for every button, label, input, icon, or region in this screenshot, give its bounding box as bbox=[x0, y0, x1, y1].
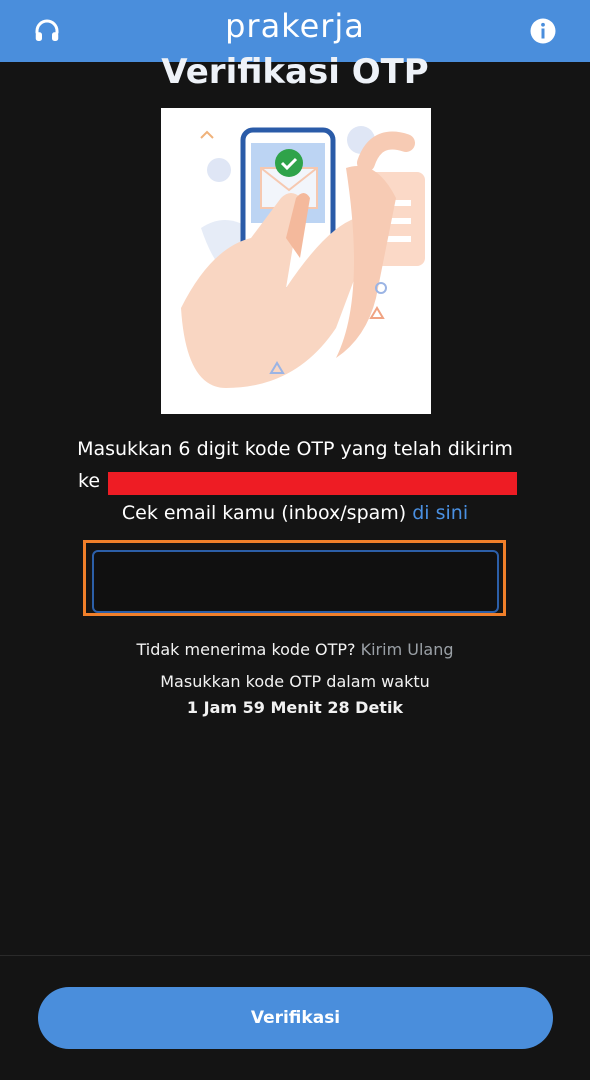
page-title: Verifikasi OTP bbox=[161, 52, 429, 92]
resend-line: Tidak menerima kode OTP? Kirim Ulang bbox=[0, 640, 590, 659]
phone-email-check-illustration bbox=[161, 108, 431, 414]
resend-question: Tidak menerima kode OTP? bbox=[136, 640, 356, 659]
timer-label: Masukkan kode OTP dalam waktu bbox=[160, 672, 430, 691]
recipient-prefix: ke bbox=[78, 470, 101, 492]
resend-link[interactable]: Kirim Ulang bbox=[361, 640, 454, 659]
verify-button[interactable]: Verifikasi bbox=[38, 987, 553, 1049]
timer-value: 1 Jam 59 Menit 28 Detik bbox=[186, 698, 404, 717]
footer-divider bbox=[0, 955, 590, 956]
otp-input[interactable] bbox=[92, 550, 499, 613]
info-icon[interactable] bbox=[528, 16, 558, 46]
check-email-text: Cek email kamu (inbox/spam) bbox=[121, 502, 407, 524]
check-email-link[interactable]: di sini bbox=[412, 502, 468, 524]
brand-logo: prakerja bbox=[225, 7, 365, 45]
otp-instruction: Masukkan 6 digit kode OTP yang telah dik… bbox=[77, 438, 513, 460]
redacted-recipient bbox=[108, 472, 517, 495]
check-email-line: Cek email kamu (inbox/spam) di sini bbox=[0, 502, 590, 524]
